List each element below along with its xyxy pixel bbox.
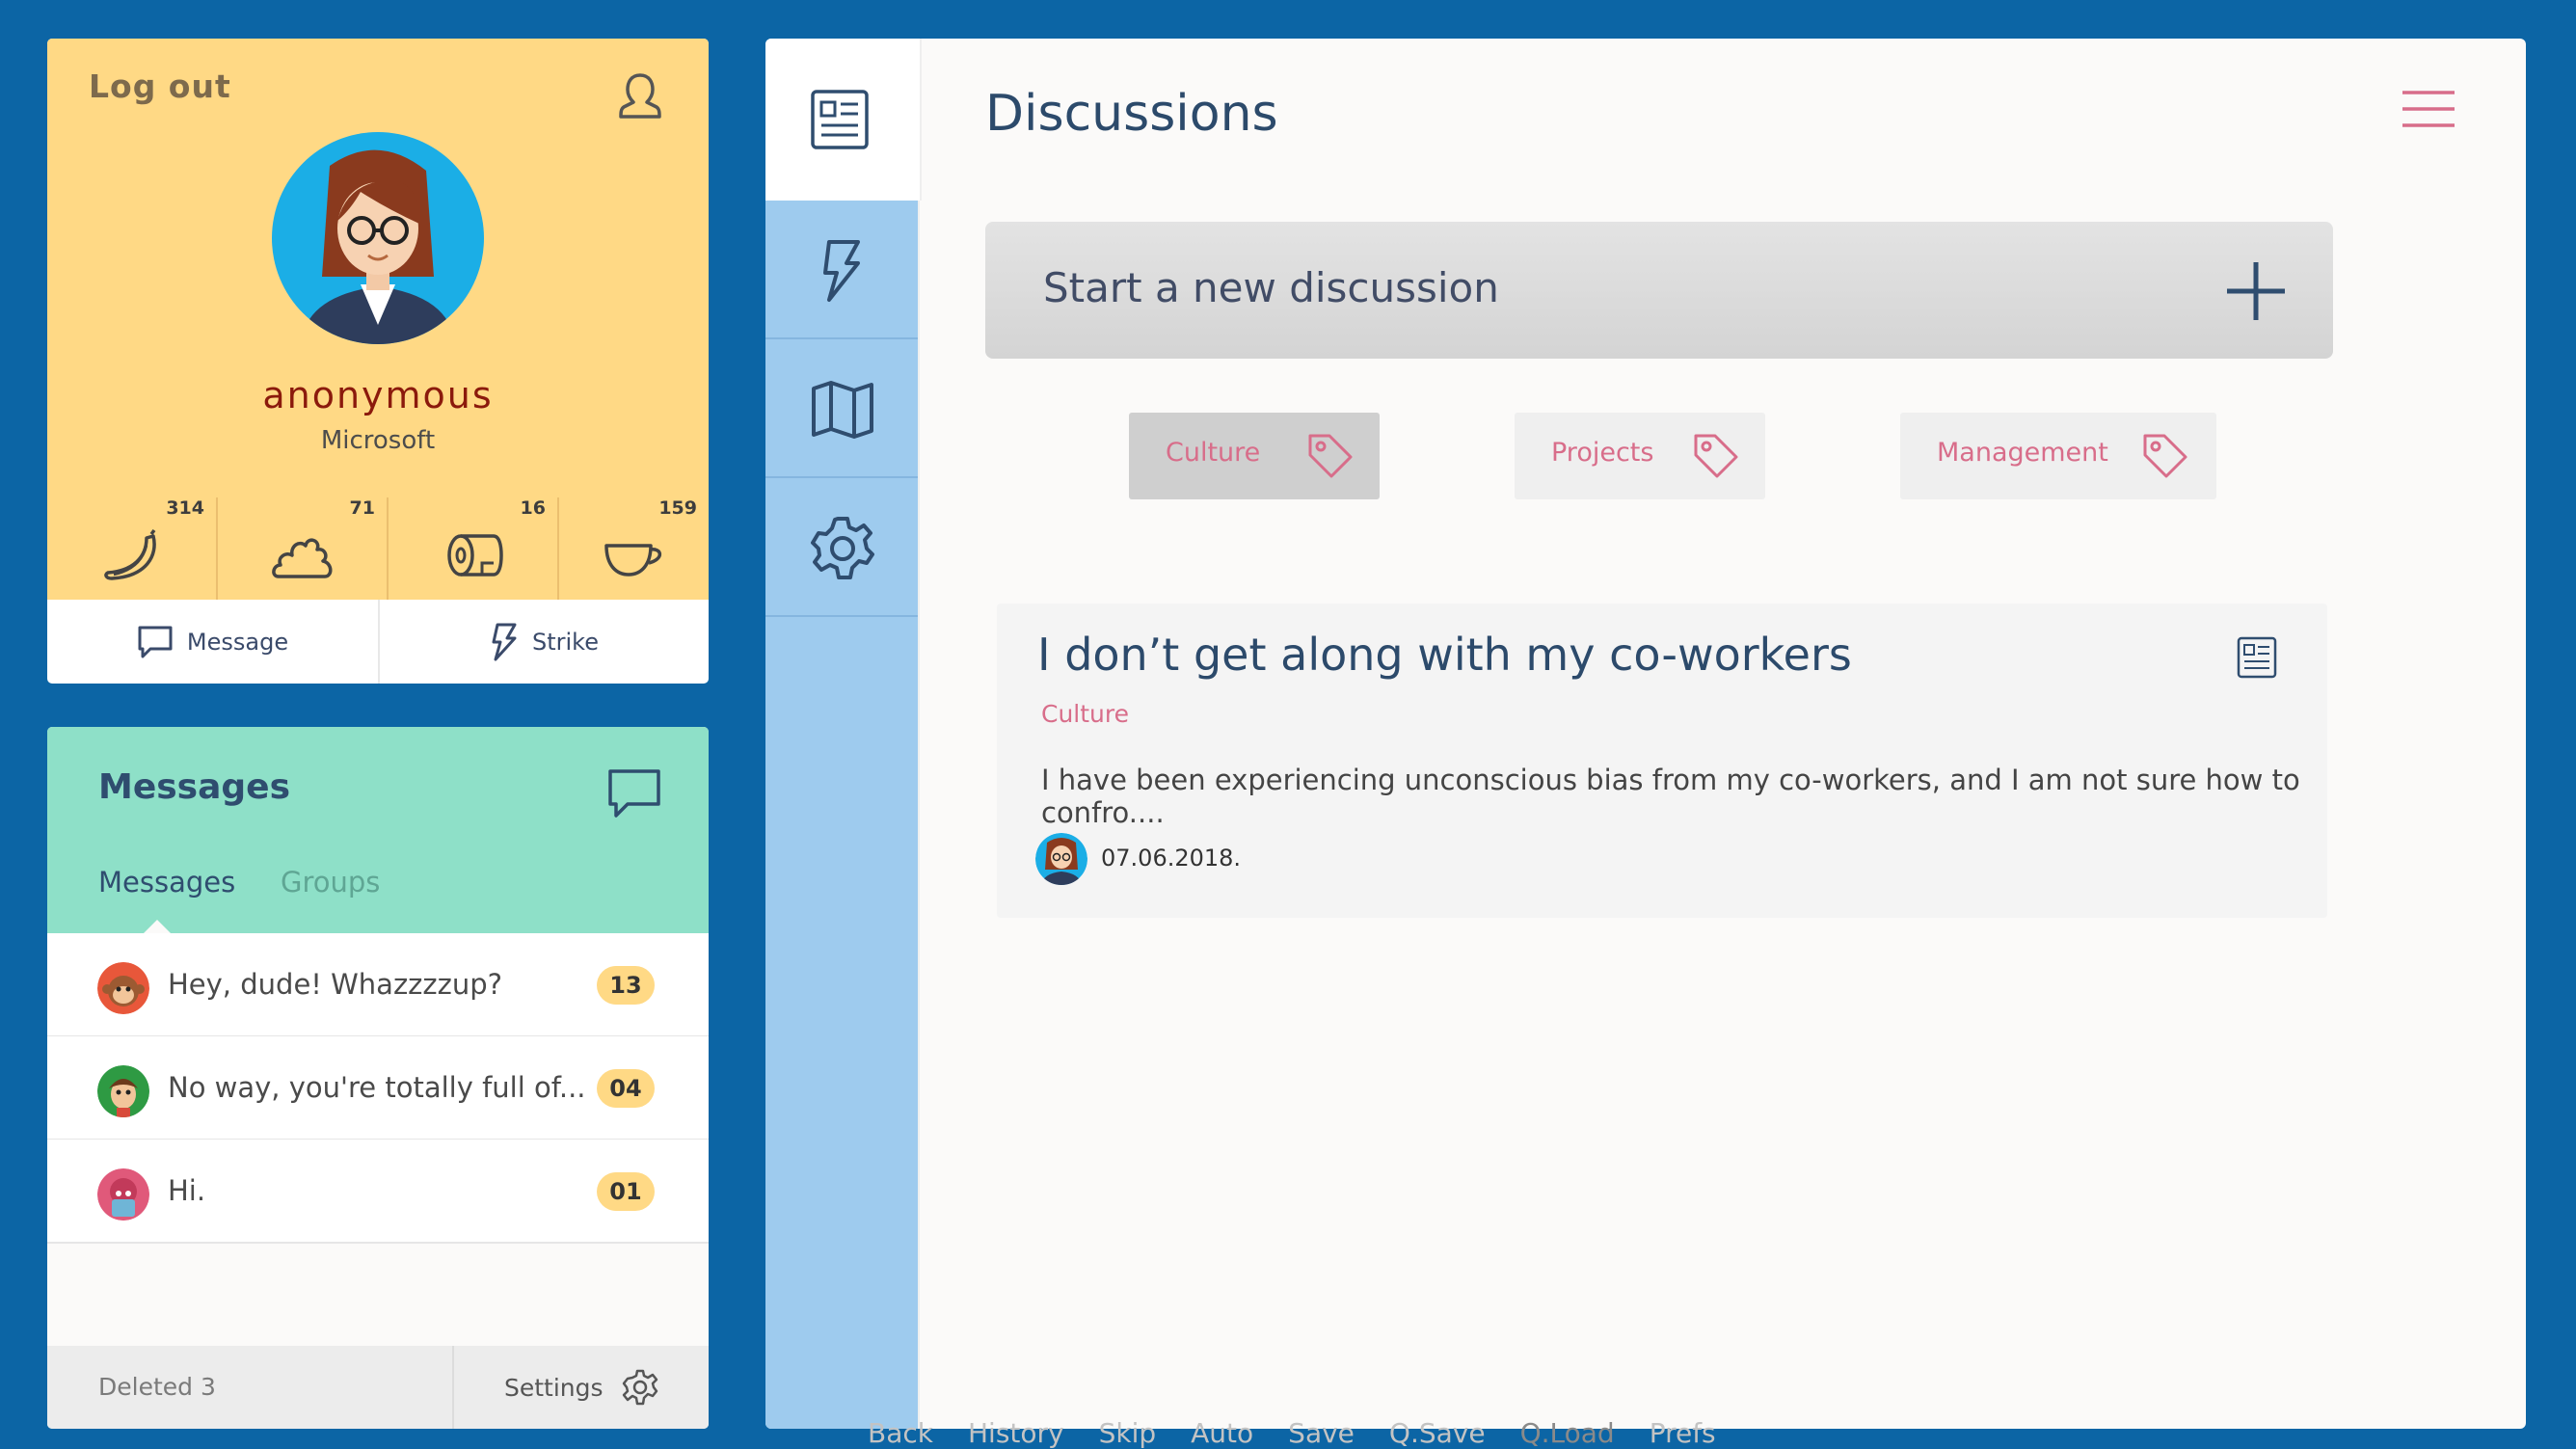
divider (452, 1346, 454, 1429)
stat-count: 16 (520, 497, 546, 519)
divider (918, 201, 920, 1429)
tab-groups[interactable]: Groups (281, 866, 380, 899)
message-button-label: Message (186, 628, 289, 656)
active-tab-pointer (144, 920, 171, 933)
user-icon[interactable] (616, 70, 664, 123)
message-row[interactable]: No way, you're totally full of... 04 (47, 1036, 709, 1140)
stat-toilet-paper[interactable]: 16 (389, 497, 557, 600)
messages-header (47, 727, 709, 933)
quick-menu-qload[interactable]: Q.Load (1520, 1417, 1615, 1449)
discussion-title[interactable]: I don’t get along with my co-workers (1037, 629, 1852, 681)
unread-badge: 04 (597, 1069, 655, 1108)
quick-menu-qsave[interactable]: Q.Save (1389, 1417, 1486, 1449)
profile-card: Log out anonymous Microsoft 314 71 16 15… (47, 39, 709, 684)
hamburger-menu-icon[interactable] (2401, 89, 2456, 129)
stat-bananas[interactable]: 314 (47, 497, 216, 600)
chat-bubble-icon (138, 626, 173, 657)
map-icon (812, 381, 873, 439)
quick-menu-history[interactable]: History (968, 1417, 1064, 1449)
discussion-date: 07.06.2018. (1101, 845, 1242, 872)
page-title: Discussions (985, 85, 1278, 143)
profile-name: anonymous (262, 374, 494, 416)
lightning-icon (823, 240, 860, 302)
settings-label: Settings (504, 1373, 604, 1402)
rail-header[interactable] (765, 39, 922, 201)
message-button[interactable]: Message (47, 600, 378, 684)
message-preview: Hi. (168, 1174, 206, 1207)
rail-settings[interactable] (765, 478, 920, 617)
gear-icon (622, 1369, 657, 1406)
logout-link[interactable]: Log out (89, 67, 231, 105)
new-discussion-label: Start a new discussion (1043, 264, 1499, 311)
avatar (1035, 833, 1087, 885)
quick-menu-save[interactable]: Save (1288, 1417, 1355, 1449)
discussion-card[interactable]: I don’t get along with my co-workers Cul… (997, 604, 2327, 918)
toilet-paper-icon (446, 534, 503, 577)
messages-card: Messages Messages Groups Hey, dude! Whaz… (47, 727, 709, 1429)
strike-button[interactable]: Strike (380, 600, 709, 684)
new-discussion-button[interactable]: Start a new discussion (985, 222, 2333, 359)
tag-management[interactable]: Management (1900, 413, 2216, 499)
discussion-tag[interactable]: Culture (1041, 700, 1129, 728)
plus-icon (2227, 262, 2285, 320)
quick-menu-back[interactable]: Back (868, 1417, 933, 1449)
strike-button-label: Strike (532, 628, 599, 656)
tag-culture[interactable]: Culture (1129, 413, 1380, 499)
avatar (97, 1168, 149, 1221)
coffee-cup-icon (604, 544, 661, 577)
messages-title: Messages (98, 767, 291, 807)
rail-lightning[interactable] (765, 201, 920, 339)
gear-icon (811, 517, 874, 579)
stat-poops[interactable]: 71 (218, 497, 387, 600)
messages-footer: Deleted 3 Settings (47, 1346, 709, 1429)
quick-menu: Back History Skip Auto Save Q.Save Q.Loa… (868, 1417, 1716, 1449)
message-preview: No way, you're totally full of... (168, 1071, 586, 1104)
quick-menu-skip[interactable]: Skip (1099, 1417, 1157, 1449)
tag-projects[interactable]: Projects (1515, 413, 1765, 499)
document-icon (811, 90, 869, 149)
deleted-link[interactable]: Deleted 3 (98, 1373, 216, 1401)
discussion-excerpt: I have been experiencing unconscious bia… (1041, 764, 2300, 829)
stat-count: 159 (658, 497, 697, 519)
main-panel: Discussions Start a new discussion Cultu… (765, 39, 2526, 1429)
avatar (272, 132, 484, 344)
avatar (97, 1065, 149, 1117)
message-row[interactable]: Hey, dude! Whazzzzup? 13 (47, 933, 709, 1037)
tag-label: Projects (1551, 438, 1654, 468)
rail-map[interactable] (765, 339, 920, 478)
stat-coffee[interactable]: 159 (559, 497, 709, 600)
poop-icon (271, 538, 332, 578)
settings-button[interactable]: Settings (504, 1361, 659, 1413)
quick-menu-auto[interactable]: Auto (1191, 1417, 1253, 1449)
unread-badge: 01 (597, 1172, 655, 1211)
message-preview: Hey, dude! Whazzzzup? (168, 968, 503, 1001)
lightning-icon (492, 623, 517, 660)
divider (378, 600, 380, 684)
stat-count: 314 (166, 497, 204, 519)
tag-icon (1308, 434, 1353, 478)
tab-messages[interactable]: Messages (98, 866, 235, 899)
unread-badge: 13 (597, 966, 655, 1005)
quick-menu-prefs[interactable]: Prefs (1650, 1417, 1716, 1449)
tag-label: Management (1937, 438, 2108, 468)
chat-bubble-icon[interactable] (606, 767, 662, 819)
side-rail (765, 201, 920, 1429)
avatar (97, 962, 149, 1014)
profile-company: Microsoft (320, 426, 436, 455)
document-icon[interactable] (2237, 636, 2277, 679)
tag-icon (2143, 434, 2187, 478)
tag-icon (1694, 434, 1738, 478)
tag-label: Culture (1166, 438, 1261, 468)
message-row[interactable]: Hi. 01 (47, 1140, 709, 1244)
stat-count: 71 (349, 497, 375, 519)
banana-icon (103, 528, 156, 580)
